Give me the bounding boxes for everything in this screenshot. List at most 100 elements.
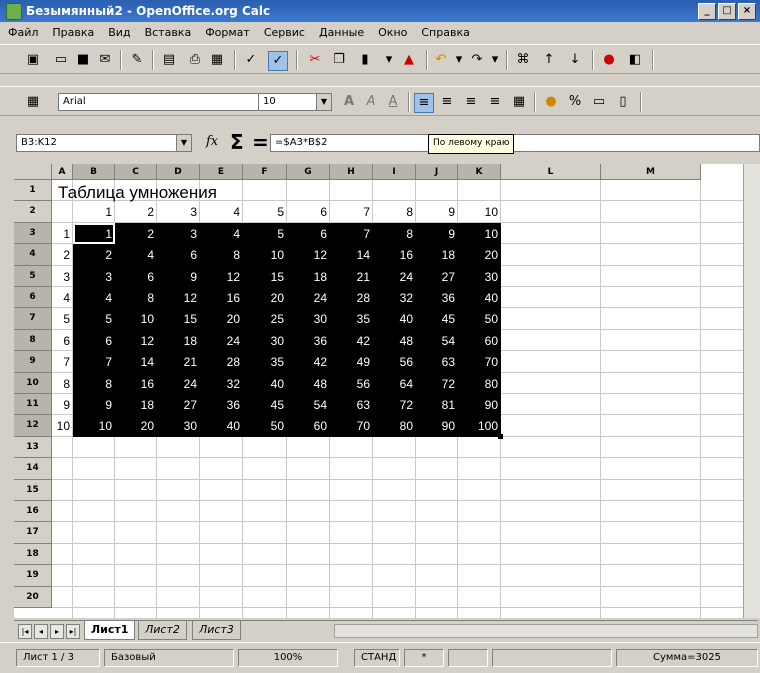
header-cell[interactable]: 9	[416, 202, 458, 223]
table-cell[interactable]: 10	[73, 416, 115, 437]
row-label-cell[interactable]: 4	[52, 288, 73, 309]
table-cell[interactable]: 70	[330, 416, 373, 437]
table-cell[interactable]: 10	[115, 309, 157, 330]
chevron-down-icon[interactable]: ▾	[380, 51, 398, 69]
edit-file-icon[interactable]: ✎	[128, 51, 146, 69]
table-cell[interactable]: 80	[458, 374, 501, 395]
styles-icon[interactable]: ▦	[24, 93, 42, 111]
table-cell[interactable]: 2	[115, 224, 157, 245]
new-document-icon[interactable]: ▣	[24, 51, 42, 69]
table-cell[interactable]: 40	[458, 288, 501, 309]
row-label-cell[interactable]: 5	[52, 309, 73, 330]
table-cell[interactable]: 18	[416, 245, 458, 266]
sheet-heading[interactable]: Таблица умножения	[58, 183, 217, 203]
table-cell[interactable]: 12	[115, 331, 157, 352]
currency-icon[interactable]: ●	[542, 93, 560, 111]
table-cell[interactable]: 10	[458, 224, 501, 245]
vertical-scrollbar[interactable]	[743, 164, 760, 618]
email-icon[interactable]: ✉	[96, 51, 114, 69]
open-folder-icon[interactable]: ▭	[52, 51, 70, 69]
table-cell[interactable]: 27	[157, 395, 200, 416]
table-cell[interactable]: 36	[287, 331, 330, 352]
table-cell[interactable]: 20	[115, 416, 157, 437]
format-paintbrush-icon[interactable]: ▲	[400, 51, 418, 69]
chevron-down-icon[interactable]: ▼	[316, 94, 331, 110]
table-cell[interactable]: 42	[287, 352, 330, 373]
column-header-k[interactable]: K	[458, 164, 501, 180]
table-cell[interactable]: 36	[416, 288, 458, 309]
font-size-combo[interactable]: 10 ▼	[258, 93, 332, 111]
row-label-cell[interactable]: 9	[52, 395, 73, 416]
table-cell[interactable]: 81	[416, 395, 458, 416]
table-cell[interactable]: 14	[330, 245, 373, 266]
header-cell[interactable]: 1	[73, 202, 115, 223]
paste-icon[interactable]: ▮	[356, 51, 374, 69]
table-cell[interactable]: 50	[243, 416, 287, 437]
table-cell[interactable]: 6	[287, 224, 330, 245]
copy-icon[interactable]: ❐	[330, 51, 348, 69]
row-header-19[interactable]: 19	[14, 565, 52, 587]
table-cell[interactable]: 90	[416, 416, 458, 437]
row-header-6[interactable]: 6	[14, 287, 52, 309]
row-label-cell[interactable]: 7	[52, 352, 73, 373]
print-icon[interactable]: ⎙	[186, 51, 204, 69]
table-cell[interactable]: 54	[416, 331, 458, 352]
table-cell[interactable]: 21	[157, 352, 200, 373]
menu-tools[interactable]: Сервис	[264, 26, 305, 39]
table-cell[interactable]: 56	[330, 374, 373, 395]
table-cell[interactable]: 42	[330, 331, 373, 352]
table-cell[interactable]: 8	[373, 224, 416, 245]
header-cell[interactable]: 8	[373, 202, 416, 223]
table-cell[interactable]: 60	[458, 331, 501, 352]
autospellcheck-icon[interactable]: ✓	[268, 51, 288, 71]
italic-icon[interactable]: A	[362, 93, 380, 111]
table-cell[interactable]: 30	[458, 267, 501, 288]
table-cell[interactable]: 18	[115, 395, 157, 416]
hyperlink-icon[interactable]: ⌘	[514, 51, 532, 69]
sheet-tab-3[interactable]: Лист3	[192, 621, 241, 640]
column-header-i[interactable]: I	[373, 164, 416, 180]
spreadsheet-grid[interactable]: ABCDEFGHIJKLM 1 2 3 4 5 6 7 8 9 10 11 12 13 14 15 16 17 1…	[14, 164, 758, 618]
table-cell[interactable]: 12	[287, 245, 330, 266]
row-label-cell[interactable]: 2	[52, 245, 73, 266]
row-header-7[interactable]: 7	[14, 308, 52, 330]
table-cell[interactable]: 45	[243, 395, 287, 416]
row-header-16[interactable]: 16	[14, 501, 52, 523]
column-header-g[interactable]: G	[287, 164, 330, 180]
add-decimal-icon[interactable]: ▯	[614, 93, 632, 111]
draw-functions-icon[interactable]: ◧	[626, 51, 644, 69]
sum-icon[interactable]: Σ	[230, 130, 244, 154]
table-cell[interactable]: 24	[373, 267, 416, 288]
column-header-e[interactable]: E	[200, 164, 243, 180]
table-cell[interactable]: 28	[200, 352, 243, 373]
table-cell[interactable]: 25	[243, 309, 287, 330]
table-cell[interactable]: 40	[373, 309, 416, 330]
table-cell[interactable]: 5	[243, 224, 287, 245]
table-cell[interactable]: 6	[115, 267, 157, 288]
row-header-4[interactable]: 4	[14, 244, 52, 266]
close-button[interactable]: ×	[738, 3, 756, 20]
minimize-button[interactable]: _	[698, 3, 716, 20]
first-sheet-icon[interactable]: |◂	[18, 624, 32, 639]
table-cell[interactable]: 70	[458, 352, 501, 373]
table-cell[interactable]: 80	[373, 416, 416, 437]
page-preview-icon[interactable]: ▦	[208, 51, 226, 69]
table-cell[interactable]: 64	[373, 374, 416, 395]
formula-input[interactable]: =$A3*B$2	[270, 134, 760, 152]
row-label-cell[interactable]: 1	[52, 224, 73, 245]
table-cell[interactable]: 30	[157, 416, 200, 437]
chevron-down-icon[interactable]: ▾	[450, 51, 468, 69]
row-header-12[interactable]: 12	[14, 415, 52, 437]
table-cell[interactable]: 56	[373, 352, 416, 373]
table-cell[interactable]: 15	[243, 267, 287, 288]
row-header-11[interactable]: 11	[14, 394, 52, 416]
font-name-combo[interactable]: Arial ▼	[58, 93, 278, 111]
column-header-m[interactable]: M	[601, 164, 701, 180]
table-cell[interactable]: 48	[373, 331, 416, 352]
table-cell[interactable]: 27	[416, 267, 458, 288]
status-mode[interactable]: СТАНД	[354, 649, 400, 667]
table-cell[interactable]: 4	[200, 224, 243, 245]
prev-sheet-icon[interactable]: ◂	[34, 624, 48, 639]
table-cell[interactable]: 72	[373, 395, 416, 416]
column-header-c[interactable]: C	[115, 164, 157, 180]
